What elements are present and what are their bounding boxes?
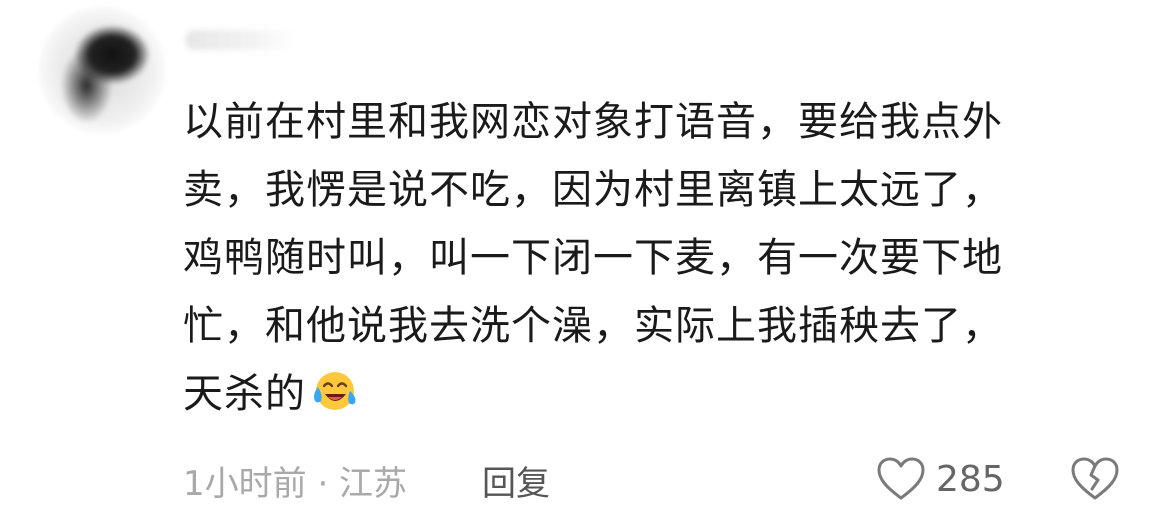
comment-line-last: 天杀的 xyxy=(183,360,1098,428)
like-count: 285 xyxy=(936,458,1005,500)
like-button[interactable]: 285 xyxy=(876,454,1005,504)
comment-time-location: 1小时前 · 江苏 xyxy=(183,464,408,504)
reply-button[interactable]: 回复 xyxy=(482,456,550,505)
comment-line: 天杀的 xyxy=(183,371,306,417)
comment-line: 卖，我愣是说不吃，因为村里离镇上太远了， xyxy=(183,167,1003,213)
comment-line: 忙，和他说我去洗个澡，实际上我插秧去了， xyxy=(183,303,1003,349)
avatar[interactable] xyxy=(38,6,166,134)
username-blurred[interactable] xyxy=(185,30,295,50)
comment-line: 以前在村里和我网恋对象打语音，要给我点外 xyxy=(183,99,1003,145)
heart-outline-icon[interactable] xyxy=(876,456,926,502)
broken-heart-outline-icon[interactable] xyxy=(1070,456,1120,502)
comment-line: 鸡鸭随时叫，叫一下闭一下麦，有一次要下地 xyxy=(183,235,1003,281)
laughing-crying-emoji-icon xyxy=(314,372,356,410)
comment-text: 以前在村里和我网恋对象打语音，要给我点外 卖，我愣是说不吃，因为村里离镇上太远了… xyxy=(183,88,1098,428)
